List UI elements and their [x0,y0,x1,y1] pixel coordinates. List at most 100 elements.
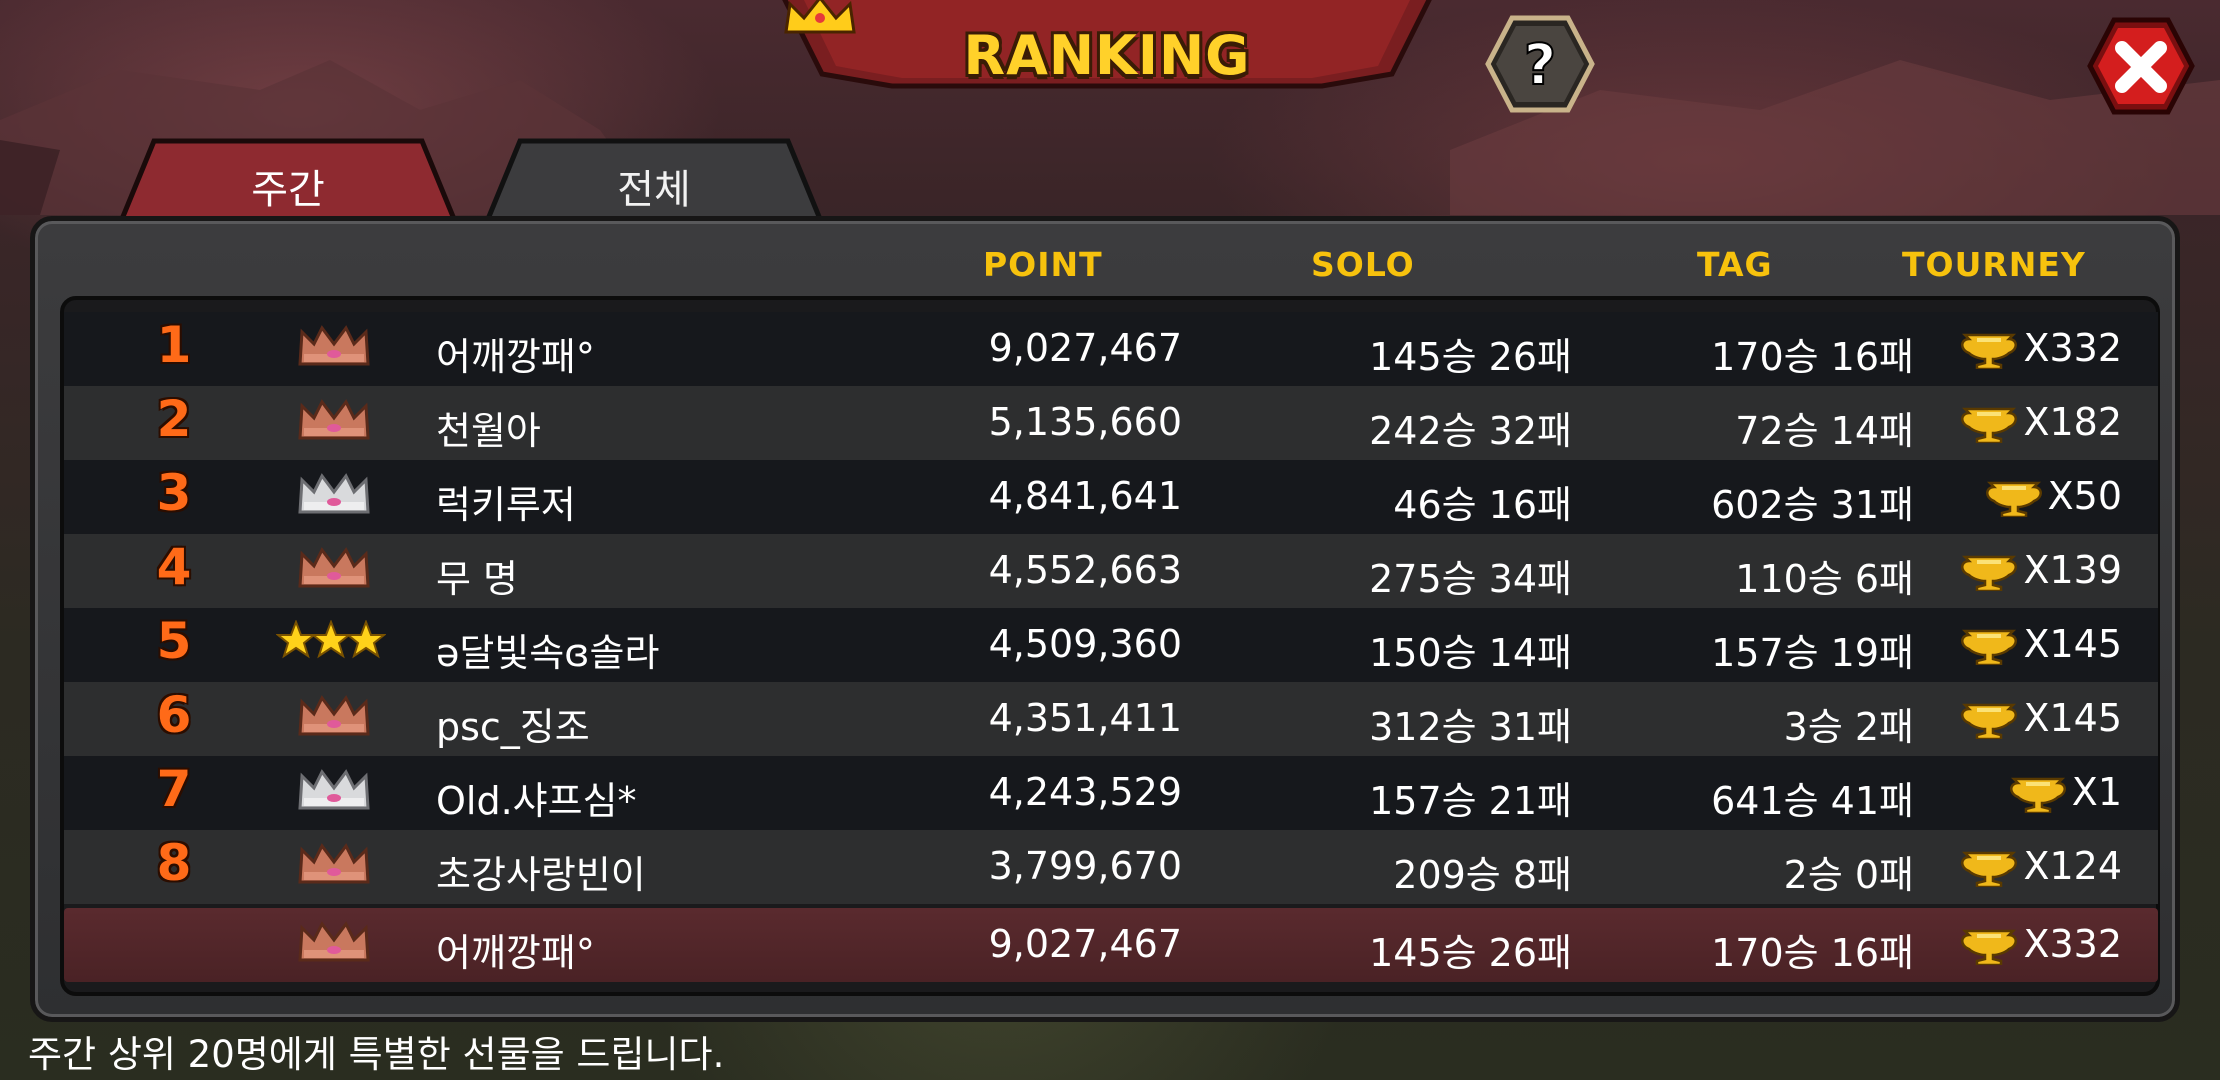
table-row[interactable]: 6 psc_징조 4,351,411 312승 31패 3승 2패 X145 [64,682,2158,756]
tag-record: 170승 16패 [1711,931,1914,975]
tag-record: 2승 0패 [1783,853,1914,897]
rank-badge [296,694,372,742]
bronze-crown-icon [298,399,370,440]
solo-record: 209승 8패 [1393,853,1572,897]
player-points: 4,509,360 [988,622,1182,666]
bronze-crown-icon [298,843,370,884]
column-header-tag: TAG [1697,245,1773,284]
solo-record: 242승 32패 [1369,409,1572,453]
trophy-icon [2009,777,2066,813]
player-points: 4,351,411 [988,696,1182,740]
player-points: 5,135,660 [988,400,1182,444]
tourney-count: X332 [1944,922,2122,966]
silver-crown-icon [298,473,370,514]
trophy-icon [1961,407,2018,443]
silver-crown-icon [298,769,370,810]
tab-total[interactable]: 전체 [484,135,824,219]
rank-badge [296,472,372,520]
tourney-count: X124 [1944,844,2122,888]
player-points: 9,027,467 [988,922,1182,966]
tourney-value: X145 [2023,622,2122,666]
tourney-count: X139 [1944,548,2122,592]
rank-badge [296,842,372,890]
table-row[interactable]: 1 어깨깡패° 9,027,467 145승 26패 170승 16패 X332 [64,312,2158,386]
rank-number: 7 [156,760,192,818]
rank-badge [296,324,372,372]
player-points: 4,243,529 [988,770,1182,814]
solo-record: 145승 26패 [1369,931,1572,975]
player-points: 4,841,641 [988,474,1182,518]
player-name: ə달빛속ɞ솔라 [436,631,660,675]
tourney-value: X332 [2023,326,2122,370]
tourney-count: X50 [1944,474,2122,518]
player-name: 어깨깡패° [436,931,595,975]
rank-badge [296,398,372,446]
column-header-solo: SOLO [1311,245,1415,284]
table-row[interactable]: 3 럭키루저 4,841,641 46승 16패 602승 31패 X50 [64,460,2158,534]
tag-record: 157승 19패 [1711,631,1914,675]
tag-record: 110승 6패 [1735,557,1914,601]
bronze-crown-icon [298,325,370,366]
trophy-icon [1961,629,2018,665]
ranking-list[interactable]: 1 어깨깡패° 9,027,467 145승 26패 170승 16패 X332… [64,312,2158,982]
svg-text:?: ? [1524,33,1556,98]
table-row[interactable]: 8 초강사랑빈이 3,799,670 209승 8패 2승 0패 X124 [64,830,2158,904]
table-row[interactable]: 5 ə달빛속ɞ솔라 4,509,360 150승 14패 157승 19패 X1… [64,608,2158,682]
player-name: 초강사랑빈이 [436,853,646,897]
column-header-point: POINT [983,245,1103,284]
tourney-value: X1 [2071,770,2122,814]
rank-number: 1 [156,316,192,374]
bronze-crown-icon [298,921,370,962]
tab-weekly[interactable]: 주간 [118,135,458,219]
close-button[interactable] [2086,14,2196,118]
rank-badge [275,619,387,668]
trophy-icon [1985,481,2042,517]
player-name: Old.샤프심* [436,779,637,823]
three-stars-icon [275,619,387,659]
table-row[interactable]: 7 Old.샤프심* 4,243,529 157승 21패 641승 41패 X… [64,756,2158,830]
tourney-count: X145 [1944,622,2122,666]
trophy-icon [1961,851,2018,887]
solo-record: 157승 21패 [1369,779,1572,823]
tab-total-label: 전체 [617,167,691,213]
player-name: 천월아 [436,409,541,453]
table-row[interactable]: 2 천월아 5,135,660 242승 32패 72승 14패 X182 [64,386,2158,460]
tourney-value: X50 [2047,474,2122,518]
trophy-icon [1961,333,2018,369]
player-name: psc_징조 [436,705,590,749]
player-points: 4,552,663 [988,548,1182,592]
solo-record: 145승 26패 [1369,335,1572,379]
table-row[interactable]: 4 무 명 4,552,663 275승 34패 110승 6패 X139 [64,534,2158,608]
tag-record: 602승 31패 [1711,483,1914,527]
rank-number: 8 [156,834,192,892]
tourney-count: X332 [1944,326,2122,370]
player-name: 럭키루저 [436,483,576,527]
solo-record: 46승 16패 [1393,483,1572,527]
close-icon [2087,17,2195,115]
player-points: 3,799,670 [988,844,1182,888]
tourney-value: X139 [2023,548,2122,592]
page-title: RANKING [963,24,1251,87]
tourney-value: X332 [2023,922,2122,966]
tourney-value: X124 [2023,844,2122,888]
trophy-icon [1961,929,2018,965]
tourney-value: X145 [2023,696,2122,740]
solo-record: 275승 34패 [1369,557,1572,601]
solo-record: 312승 31패 [1369,705,1572,749]
my-rank-row[interactable]: 어깨깡패° 9,027,467 145승 26패 170승 16패 X332 [64,908,2158,982]
bronze-crown-icon [298,547,370,588]
player-points: 9,027,467 [988,326,1182,370]
tab-weekly-label: 주간 [251,167,325,213]
tag-record: 3승 2패 [1783,705,1914,749]
rank-number: 2 [156,390,192,448]
player-name: 어깨깡패° [436,335,595,379]
help-button[interactable]: ? [1484,12,1596,116]
rank-number: 6 [156,686,192,744]
bronze-crown-icon [298,695,370,736]
tourney-count: X145 [1944,696,2122,740]
tag-record: 170승 16패 [1711,335,1914,379]
tag-record: 641승 41패 [1711,779,1914,823]
tourney-value: X182 [2023,400,2122,444]
tag-record: 72승 14패 [1735,409,1914,453]
rank-number: 4 [156,538,192,596]
